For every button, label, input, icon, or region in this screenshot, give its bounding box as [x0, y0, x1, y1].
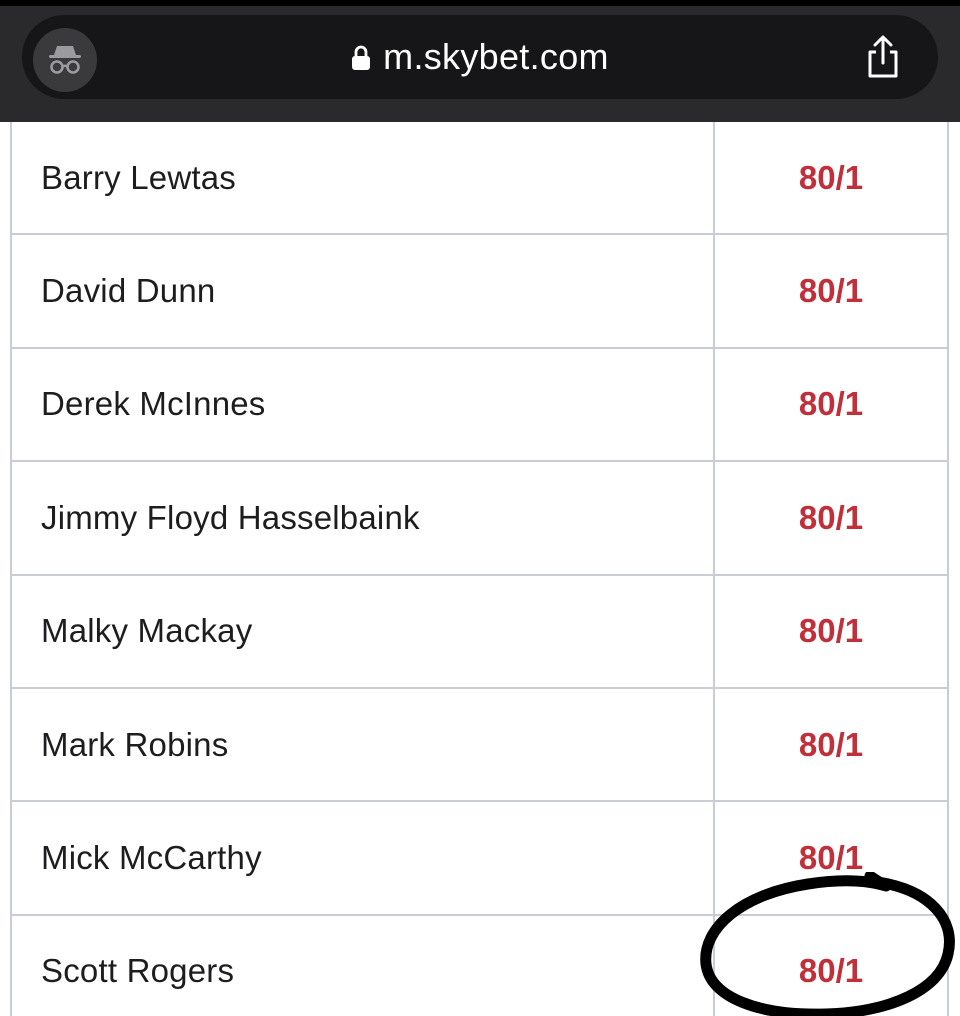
table-row: Derek McInnes 80/1: [12, 348, 947, 463]
odds-table: Barry Lewtas 80/1 David Dunn 80/1 Derek …: [10, 122, 949, 1016]
runner-name: Scott Rogers: [12, 915, 715, 1016]
runner-name: David Dunn: [12, 235, 715, 347]
table-row: Jimmy Floyd Hasselbaink 80/1: [12, 462, 947, 576]
odds-button[interactable]: 80/1: [715, 689, 947, 800]
table-row: Barry Lewtas 80/1: [12, 122, 947, 236]
table-row: Scott Rogers 80/1: [12, 915, 947, 1016]
page: m.skybet.com Barry Lewtas 80/1 David Dun…: [0, 0, 960, 1016]
table-row: David Dunn 80/1: [12, 235, 947, 349]
odds-button[interactable]: 80/1: [715, 916, 947, 1016]
incognito-icon[interactable]: [33, 28, 97, 92]
runner-name: Malky Mackay: [12, 575, 715, 687]
runner-name: Derek McInnes: [12, 348, 715, 461]
table-row: Mark Robins 80/1: [12, 688, 947, 803]
table-row: Malky Mackay 80/1: [12, 575, 947, 689]
browser-toolbar: m.skybet.com: [0, 0, 960, 122]
odds-button[interactable]: 80/1: [715, 235, 947, 346]
odds-button[interactable]: 80/1: [715, 122, 947, 233]
share-icon[interactable]: [856, 30, 910, 84]
odds-button[interactable]: 80/1: [715, 576, 947, 687]
runner-name: Barry Lewtas: [12, 122, 715, 234]
status-strip: [0, 0, 960, 6]
runner-name: Mick McCarthy: [12, 802, 715, 914]
odds-button[interactable]: 80/1: [715, 349, 947, 460]
odds-button[interactable]: 80/1: [715, 462, 947, 573]
odds-button[interactable]: 80/1: [715, 802, 947, 913]
runner-name: Jimmy Floyd Hasselbaink: [12, 462, 715, 574]
url-text[interactable]: m.skybet.com: [383, 36, 609, 78]
runner-name: Mark Robins: [12, 688, 715, 801]
table-row: Mick McCarthy 80/1: [12, 802, 947, 916]
